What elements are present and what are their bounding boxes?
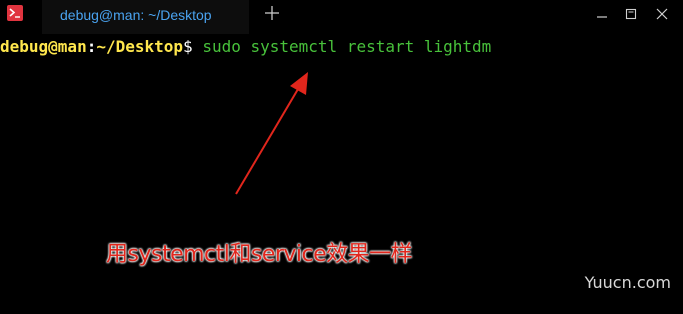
- terminal-window: debug@man: ~/Desktop debug@man:~/Desktop…: [0, 0, 683, 314]
- watermark: Yuucn.com: [584, 273, 671, 292]
- annotation-caption: 用systemctl和service效果一样: [106, 242, 413, 267]
